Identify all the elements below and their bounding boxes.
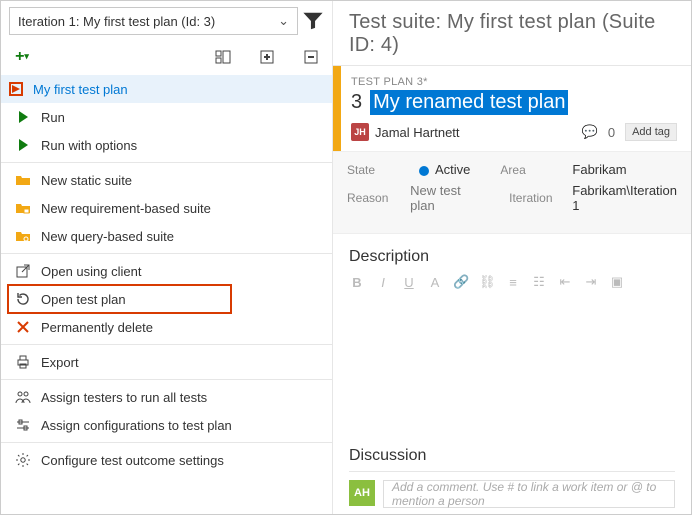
play-icon [15, 109, 31, 125]
right-panel: Test suite: My first test plan (Suite ID… [333, 1, 691, 514]
work-item-id: 3 [351, 91, 362, 114]
work-item-title-input[interactable]: My renamed test plan [370, 90, 568, 115]
add-tag-button[interactable]: Add tag [625, 123, 677, 141]
area-field[interactable]: Fabrikam [572, 162, 626, 177]
number-list-icon[interactable]: ☷ [531, 274, 547, 290]
menu-label: Open test plan [41, 292, 126, 307]
bold-icon[interactable]: B [349, 275, 365, 290]
field-label: Reason [347, 191, 410, 205]
link-icon[interactable]: 🔗 [453, 274, 469, 290]
menu-open-plan[interactable]: Open test plan [1, 285, 332, 313]
color-bar [333, 66, 341, 151]
folder-icon [15, 172, 31, 188]
menu-label: New static suite [41, 173, 132, 188]
menu-label: New requirement-based suite [41, 201, 211, 216]
menu-run-options[interactable]: Run with options [1, 131, 332, 159]
menu-label: Export [41, 355, 79, 370]
menu-label: Open using client [41, 264, 141, 279]
bullet-list-icon[interactable]: ≡ [505, 275, 521, 290]
menu-label: New query-based suite [41, 229, 174, 244]
menu-label: Run with options [41, 138, 137, 153]
iteration-select-label: Iteration 1: My first test plan (Id: 3) [18, 14, 215, 29]
comment-input[interactable]: Add a comment. Use # to link a work item… [383, 480, 675, 508]
discussion-heading: Discussion [349, 447, 675, 465]
menu-new-static[interactable]: New static suite [1, 166, 332, 194]
state-field[interactable]: Active [419, 162, 470, 177]
tree-item-plan[interactable]: My first test plan [1, 75, 332, 103]
menu-assign-testers[interactable]: Assign testers to run all tests [1, 383, 332, 411]
collapse-icon[interactable] [300, 46, 322, 68]
delete-icon [15, 319, 31, 335]
fields-area: State Active Area Fabrikam Reason New te… [333, 151, 691, 234]
reason-field[interactable]: New test plan [410, 183, 479, 213]
unlink-icon[interactable]: ⛓ [479, 274, 495, 290]
description-heading: Description [349, 248, 675, 266]
field-label: Iteration [509, 191, 572, 205]
expand-caret-icon[interactable] [9, 82, 23, 96]
field-label: Area [500, 163, 572, 177]
folder-query-icon [15, 228, 31, 244]
menu-open-client[interactable]: Open using client [1, 257, 332, 285]
layout-icon[interactable] [212, 46, 234, 68]
filter-icon[interactable] [302, 10, 324, 32]
menu-export[interactable]: Export [1, 348, 332, 376]
menu-label: Assign testers to run all tests [41, 390, 207, 405]
avatar: AH [349, 480, 375, 506]
menu-label: Permanently delete [41, 320, 153, 335]
menu-new-query[interactable]: New query-based suite [1, 222, 332, 250]
iteration-field[interactable]: Fabrikam\Iteration 1 [572, 183, 677, 213]
menu-run[interactable]: Run [1, 103, 332, 131]
context-menu: My first test plan Run Run with options … [1, 75, 332, 514]
avatar-icon: JH [351, 123, 369, 141]
open-external-icon [15, 263, 31, 279]
underline-icon[interactable]: U [401, 275, 417, 290]
left-panel: Iteration 1: My first test plan (Id: 3) … [1, 1, 333, 514]
tree-toolbar: +▾ [1, 39, 332, 75]
menu-new-req[interactable]: New requirement-based suite [1, 194, 332, 222]
italic-icon[interactable]: I [375, 275, 391, 290]
tree-item-label: My first test plan [33, 82, 128, 97]
suite-header: Test suite: My first test plan (Suite ID… [333, 1, 691, 65]
gear-icon [15, 452, 31, 468]
folder-list-icon [15, 200, 31, 216]
person-name: Jamal Hartnett [375, 125, 460, 140]
comments-icon[interactable]: 💬 [582, 124, 598, 140]
print-icon [15, 354, 31, 370]
menu-delete[interactable]: Permanently delete [1, 313, 332, 341]
menu-label: Run [41, 110, 65, 125]
assigned-to[interactable]: JH Jamal Hartnett [351, 123, 460, 141]
people-icon [15, 389, 31, 405]
font-icon[interactable]: A [427, 275, 443, 290]
indent-icon[interactable]: ⇥ [583, 274, 599, 290]
refresh-icon [15, 291, 31, 307]
menu-label: Configure test outcome settings [41, 453, 224, 468]
field-label: State [347, 163, 419, 177]
menu-label: Assign configurations to test plan [41, 418, 232, 433]
work-item-type: TEST PLAN 3* [351, 76, 677, 88]
menu-configure-outcome[interactable]: Configure test outcome settings [1, 446, 332, 474]
config-icon [15, 417, 31, 433]
chevron-down-icon: ⌄ [278, 13, 289, 29]
add-button[interactable]: +▾ [11, 46, 33, 68]
iteration-select[interactable]: Iteration 1: My first test plan (Id: 3) … [9, 7, 298, 35]
play-icon [15, 137, 31, 153]
outdent-icon[interactable]: ⇤ [557, 274, 573, 290]
image-icon[interactable]: ▣ [609, 274, 625, 290]
comments-count: 0 [608, 125, 615, 140]
expand-icon[interactable] [256, 46, 278, 68]
menu-assign-configs[interactable]: Assign configurations to test plan [1, 411, 332, 439]
rte-toolbar: B I U A 🔗 ⛓ ≡ ☷ ⇤ ⇥ ▣ [333, 272, 691, 296]
